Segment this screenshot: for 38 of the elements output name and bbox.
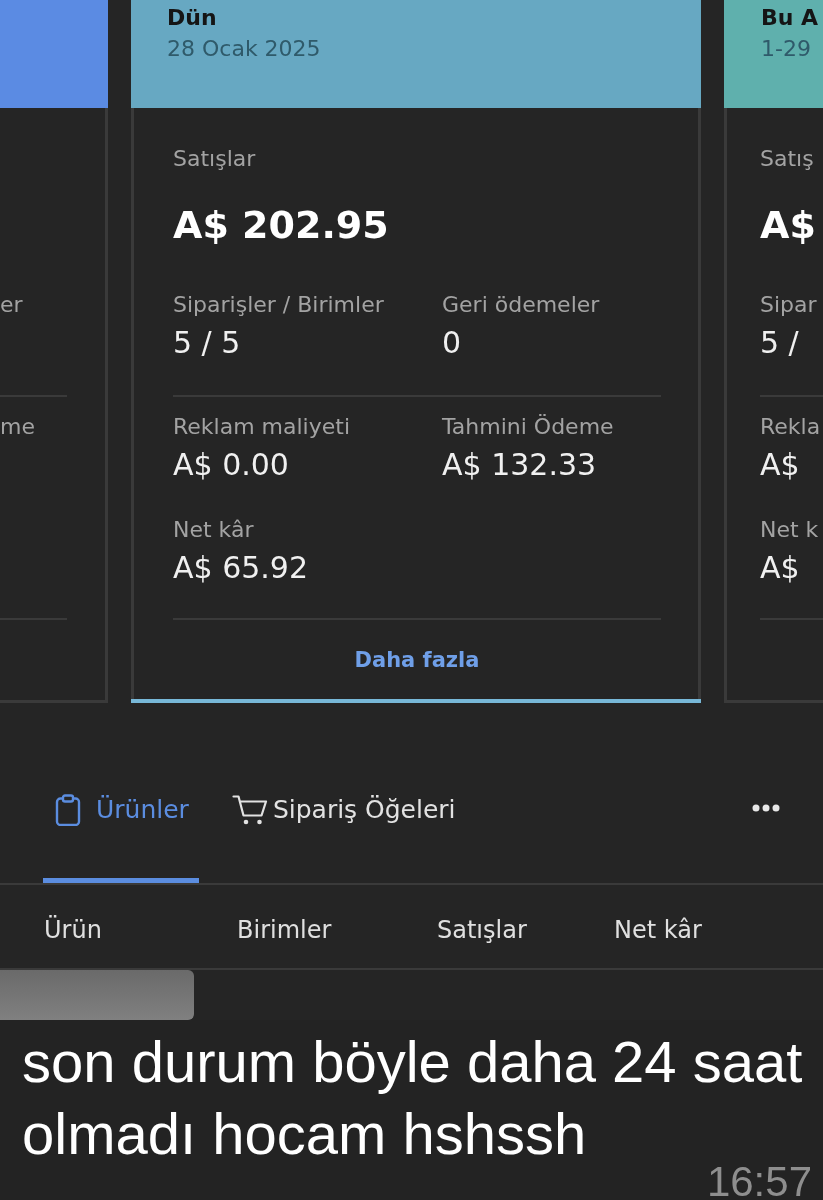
metric-label: Geri ödemeler	[442, 291, 600, 319]
tab[interactable]: Ürünler	[43, 775, 199, 883]
tab[interactable]: Sipariş Öğeleri	[219, 775, 466, 883]
card-subtitle: 28 Ocak 2025	[167, 35, 321, 63]
metric-label: Sipar	[760, 291, 817, 319]
column-header: Ürün	[44, 914, 102, 945]
metric-label: Siparişler / Birimler	[173, 291, 384, 319]
metric-value: A$ 0.00	[173, 446, 289, 484]
metric-label: Net k	[760, 516, 819, 544]
card-title: Bu A	[761, 4, 819, 32]
card-title: Dün	[167, 4, 217, 32]
column-header: Net kâr	[614, 914, 702, 945]
message-time: 16:57	[706, 1167, 812, 1197]
metric-value: 5 / 5	[173, 324, 241, 362]
column-header: Birimler	[237, 914, 332, 945]
card-subtitle: 1-29	[761, 35, 811, 63]
message-text: son durum böyle daha 24 saat olmadı hocam hshssh	[22, 1029, 803, 1166]
cart-icon	[231, 794, 268, 826]
sales-amount: A$ 202.95	[173, 202, 389, 248]
metric-label: me	[0, 413, 35, 441]
metric-label: Rekla	[760, 413, 821, 441]
more-icon[interactable]	[752, 804, 780, 812]
metric-label: er	[0, 291, 23, 319]
column-header: Satışlar	[437, 914, 527, 945]
more-link[interactable]: Daha fazla	[354, 646, 480, 674]
metric-value: 0	[442, 324, 462, 362]
sales-amount: A$	[760, 202, 816, 248]
sales-label: Satışlar	[173, 145, 256, 173]
metric-label: Tahmini Ödeme	[442, 413, 614, 441]
metric-value: A$ 132.33	[442, 446, 597, 484]
metric-label: Reklam maliyeti	[173, 413, 351, 441]
metric-value: A$ 65.92	[173, 549, 309, 587]
sales-label: Satış	[760, 145, 814, 173]
metric-value: A$	[760, 549, 800, 587]
metric-label: Net kâr	[173, 516, 254, 544]
clipboard-icon	[55, 794, 81, 826]
metric-value: 5 /	[760, 324, 799, 362]
metric-value: A$	[760, 446, 800, 484]
